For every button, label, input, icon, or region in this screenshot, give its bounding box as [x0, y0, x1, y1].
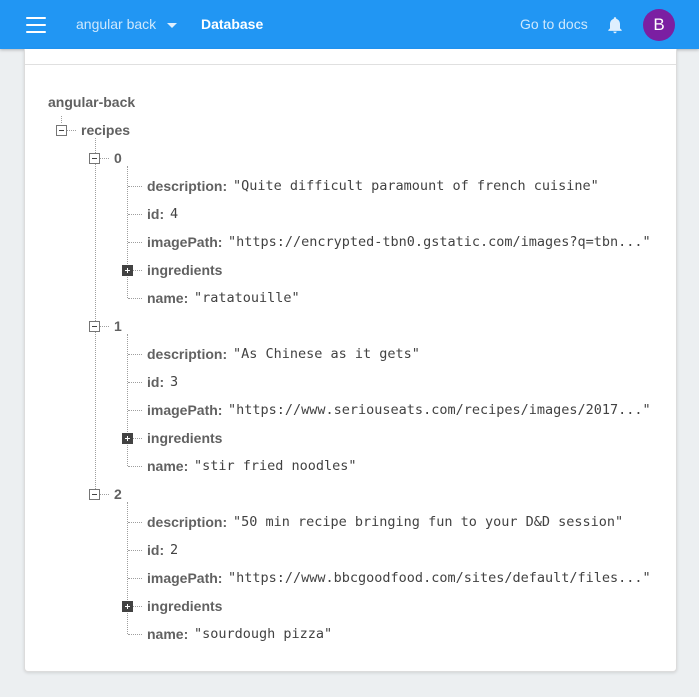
tree-root-label[interactable]: angular-back — [48, 94, 135, 110]
field-value-id[interactable]: 2 — [170, 542, 178, 558]
collapse-item-toggle[interactable] — [89, 489, 100, 500]
tree-node-index[interactable]: 1 — [114, 318, 122, 334]
tree-connector — [128, 522, 142, 523]
tree-connector — [61, 116, 62, 123]
field-key-ingredients[interactable]: ingredients — [147, 262, 222, 278]
field-key-ingredients[interactable]: ingredients — [147, 430, 222, 446]
field-value-description[interactable]: "Quite difficult paramount of french cui… — [233, 178, 599, 194]
bell-icon[interactable] — [604, 15, 626, 35]
tree-connector — [100, 326, 109, 327]
field-key-imagePath[interactable]: imagePath: — [147, 402, 222, 418]
panel-top-strip — [25, 49, 676, 65]
tree-connector — [95, 138, 96, 495]
field-key-imagePath[interactable]: imagePath: — [147, 570, 222, 586]
tree-connector — [133, 270, 142, 271]
field-value-description[interactable]: "50 min recipe bringing fun to your D&D … — [233, 514, 623, 530]
tree-connector — [128, 298, 142, 299]
expand-ingredients-toggle[interactable] — [122, 265, 133, 276]
field-value-imagePath[interactable]: "https://www.seriouseats.com/recipes/ima… — [228, 402, 651, 418]
top-app-bar: angular back Database Go to docs B — [0, 0, 699, 49]
tree-connector — [128, 354, 142, 355]
project-selector[interactable]: angular back — [76, 16, 156, 32]
tree-node-recipes[interactable]: recipes — [81, 122, 130, 138]
section-title: Database — [201, 16, 264, 32]
field-value-name[interactable]: "ratatouille" — [194, 290, 300, 306]
tree-connector — [128, 578, 142, 579]
tree-connector — [100, 494, 109, 495]
tree-node-index[interactable]: 2 — [114, 486, 122, 502]
tree-connector — [133, 606, 142, 607]
field-key-name[interactable]: name: — [147, 626, 188, 642]
field-key-id[interactable]: id: — [147, 542, 164, 558]
collapse-item-toggle[interactable] — [89, 153, 100, 164]
field-value-description[interactable]: "As Chinese as it gets" — [233, 346, 420, 362]
field-key-description[interactable]: description: — [147, 346, 227, 362]
field-value-imagePath[interactable]: "https://www.bbcgoodfood.com/sites/defau… — [228, 570, 651, 586]
expand-ingredients-toggle[interactable] — [122, 601, 133, 612]
collapse-recipes-toggle[interactable] — [56, 125, 67, 136]
field-key-ingredients[interactable]: ingredients — [147, 598, 222, 614]
field-key-id[interactable]: id: — [147, 206, 164, 222]
chevron-down-icon[interactable] — [167, 23, 177, 28]
field-value-id[interactable]: 3 — [170, 374, 178, 390]
field-key-imagePath[interactable]: imagePath: — [147, 234, 222, 250]
field-key-name[interactable]: name: — [147, 290, 188, 306]
tree-connector — [128, 410, 142, 411]
field-value-id[interactable]: 4 — [170, 206, 178, 222]
avatar[interactable]: B — [643, 9, 675, 41]
tree-connector — [128, 214, 142, 215]
tree-connector — [128, 242, 142, 243]
tree-connector — [128, 550, 142, 551]
field-key-id[interactable]: id: — [147, 374, 164, 390]
field-key-name[interactable]: name: — [147, 458, 188, 474]
tree-connector — [128, 634, 142, 635]
field-value-name[interactable]: "sourdough pizza" — [194, 626, 332, 642]
tree-connector — [133, 438, 142, 439]
tree-connector — [128, 186, 142, 187]
field-value-imagePath[interactable]: "https://encrypted-tbn0.gstatic.com/imag… — [228, 234, 651, 250]
go-to-docs-link[interactable]: Go to docs — [520, 16, 588, 32]
tree-connector — [100, 158, 109, 159]
field-key-description[interactable]: description: — [147, 514, 227, 530]
expand-ingredients-toggle[interactable] — [122, 433, 133, 444]
tree-connector — [128, 466, 142, 467]
field-value-name[interactable]: "stir fried noodles" — [194, 458, 357, 474]
tree-node-index[interactable]: 0 — [114, 150, 122, 166]
field-key-description[interactable]: description: — [147, 178, 227, 194]
tree-connector — [67, 130, 76, 131]
collapse-item-toggle[interactable] — [89, 321, 100, 332]
hamburger-menu-icon[interactable] — [26, 17, 46, 33]
tree-connector — [128, 382, 142, 383]
